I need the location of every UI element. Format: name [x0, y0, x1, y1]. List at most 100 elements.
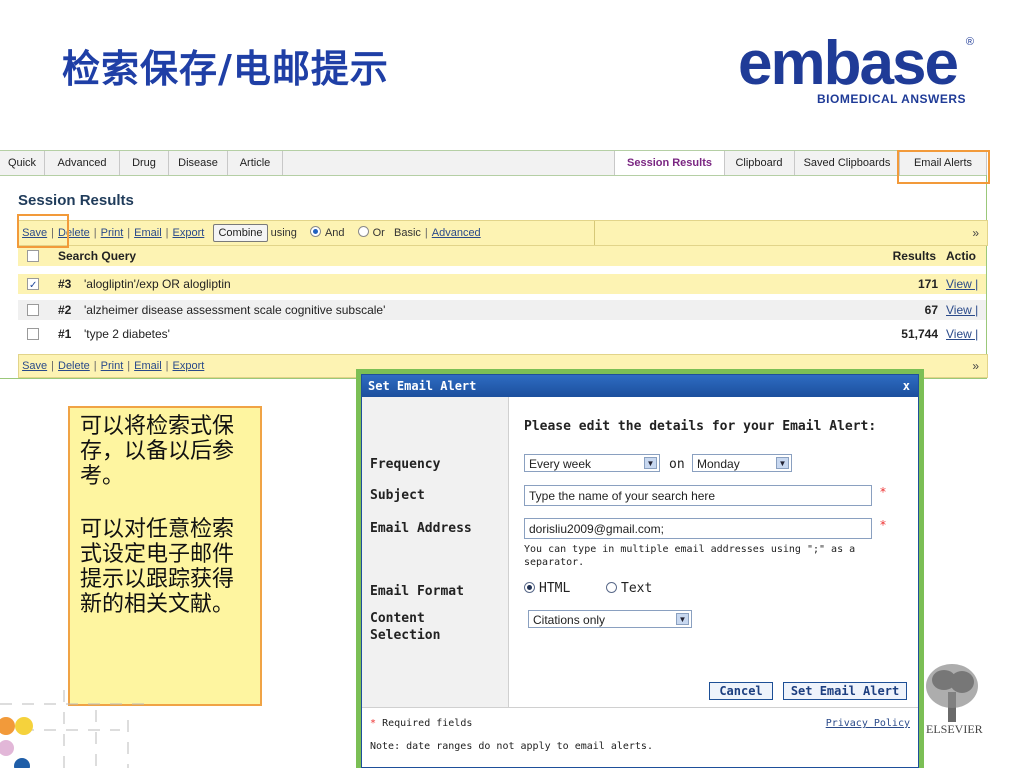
section-title: Session Results	[18, 192, 134, 209]
annotation-note: 可以将检索式保存，以备以后参考。 可以对任意检索式设定电子邮件提示以跟踪获得新的…	[68, 406, 262, 706]
privacy-policy-link[interactable]: Privacy Policy	[826, 718, 910, 729]
and-radio[interactable]	[309, 226, 321, 237]
dialog-label-column	[362, 397, 509, 707]
row-query: 'alzheimer disease assessment scale cogn…	[84, 303, 386, 317]
day-value: Monday	[697, 457, 740, 471]
row-number: #2	[58, 303, 72, 317]
tab-quick[interactable]: Quick	[0, 151, 45, 175]
tab-session-results[interactable]: Session Results	[614, 151, 725, 175]
row-query: 'type 2 diabetes'	[84, 327, 170, 341]
chevron-down-icon: ▼	[644, 457, 657, 469]
toolbar-divider	[594, 221, 595, 245]
combine-button[interactable]: Combine	[213, 224, 268, 242]
advanced-link[interactable]: Advanced	[432, 227, 481, 239]
table-row: #2 'alzheimer disease assessment scale c…	[18, 300, 986, 320]
table-row: #1 'type 2 diabetes' 51,744 View |	[18, 324, 986, 344]
content-select[interactable]: Citations only ▼	[528, 610, 692, 628]
chevron-down-icon: ▼	[676, 613, 689, 625]
view-link[interactable]: View |	[946, 274, 986, 294]
double-chevron-down-icon[interactable]: »	[972, 355, 979, 377]
tab-advanced[interactable]: Advanced	[45, 151, 120, 175]
content-label-line1: Content	[370, 611, 425, 626]
or-label: Or	[372, 227, 385, 239]
frequency-value: Every week	[529, 457, 592, 471]
required-asterisk: *	[370, 718, 377, 729]
email-alert-dialog: Set Email Alert x Please edit the detail…	[356, 369, 924, 768]
row-results: 67	[924, 303, 938, 317]
or-radio[interactable]	[357, 226, 369, 237]
required-marker: *	[880, 485, 886, 499]
tab-clipboard[interactable]: Clipboard	[724, 151, 795, 175]
row-checkbox[interactable]	[27, 304, 39, 316]
tab-disease[interactable]: Disease	[169, 151, 228, 175]
frequency-label: Frequency	[370, 457, 441, 472]
set-email-alert-button[interactable]: Set Email Alert	[783, 682, 907, 700]
row-query: 'alogliptin'/exp OR alogliptin	[84, 277, 231, 291]
cancel-button[interactable]: Cancel	[709, 682, 773, 700]
using-label: using	[270, 227, 297, 239]
format-html-label: HTML	[539, 581, 571, 596]
tab-article[interactable]: Article	[228, 151, 283, 175]
tab-saved-clipboards[interactable]: Saved Clipboards	[795, 151, 900, 175]
row-results: 171	[917, 277, 938, 291]
row-number: #1	[58, 327, 72, 341]
note-paragraph-2: 可以对任意检索式设定电子邮件提示以跟踪获得新的相关文献。	[80, 517, 235, 617]
slide-title: 检索保存/电邮提示	[62, 47, 389, 91]
elsevier-label: ELSEVIER	[926, 722, 983, 736]
email-link-bottom[interactable]: Email	[134, 360, 162, 372]
table-header: Search Query Results Actio	[18, 246, 986, 266]
select-all-checkbox[interactable]	[27, 250, 39, 262]
embase-logo: embase ® BIOMEDICAL ANSWERS	[738, 32, 974, 112]
format-text-radio[interactable]	[606, 582, 617, 593]
save-link-bottom[interactable]: Save	[22, 360, 47, 372]
column-action: Actio	[946, 249, 976, 263]
subject-input[interactable]: Type the name of your search here	[524, 485, 872, 506]
delete-link-bottom[interactable]: Delete	[58, 360, 90, 372]
view-link[interactable]: View |	[946, 324, 986, 344]
frequency-select[interactable]: Every week ▼	[524, 454, 660, 472]
column-results: Results	[892, 249, 936, 263]
required-note: * Required fields	[370, 718, 472, 729]
logo-registered: ®	[965, 36, 974, 48]
day-select[interactable]: Monday ▼	[692, 454, 792, 472]
required-marker: *	[880, 518, 886, 532]
dialog-heading: Please edit the details for your Email A…	[524, 419, 877, 434]
logo-word: embase	[738, 29, 959, 98]
basic-label[interactable]: Basic	[394, 227, 421, 239]
print-link-bottom[interactable]: Print	[101, 360, 124, 372]
email-link[interactable]: Email	[134, 227, 162, 239]
top-nav: Quick Advanced Drug Disease Article Sess…	[0, 150, 987, 176]
table-row: #3 'alogliptin'/exp OR alogliptin 171 Vi…	[18, 274, 986, 296]
row-number: #3	[58, 277, 72, 291]
format-html-option[interactable]: HTML	[524, 581, 570, 596]
dialog-footer: * Required fields Privacy Policy Note: d…	[362, 707, 918, 768]
close-icon[interactable]: x	[903, 375, 910, 397]
print-link[interactable]: Print	[101, 227, 124, 239]
format-html-radio[interactable]	[524, 582, 535, 593]
format-label: Email Format	[370, 584, 464, 599]
row-checkbox[interactable]	[27, 276, 39, 296]
and-label: And	[324, 227, 345, 239]
note-paragraph-1: 可以将检索式保存，以备以后参考。	[80, 414, 235, 489]
export-link[interactable]: Export	[173, 227, 205, 239]
email-alerts-highlight	[897, 150, 990, 184]
embase-app: Quick Advanced Drug Disease Article Sess…	[0, 150, 988, 379]
double-chevron-down-icon[interactable]: »	[972, 221, 979, 245]
tab-drug[interactable]: Drug	[120, 151, 169, 175]
dialog-title: Set Email Alert	[368, 379, 477, 393]
content-value: Citations only	[533, 613, 606, 627]
content-label-line2: Selection	[370, 628, 441, 643]
format-text-option[interactable]: Text	[606, 581, 652, 596]
format-text-label: Text	[621, 581, 653, 596]
dialog-body: Set Email Alert x Please edit the detail…	[361, 374, 919, 768]
dialog-title-bar: Set Email Alert x	[362, 375, 918, 397]
email-hint: You can type in multiple email addresses…	[524, 544, 856, 568]
email-input[interactable]: dorisliu2009@gmail.com;	[524, 518, 872, 539]
view-link[interactable]: View |	[946, 300, 986, 320]
logo-tagline: BIOMEDICAL ANSWERS	[816, 92, 966, 106]
row-results: 51,744	[901, 327, 938, 341]
subject-label: Subject	[370, 488, 425, 503]
email-label: Email Address	[370, 521, 472, 536]
row-checkbox[interactable]	[27, 328, 39, 340]
export-link-bottom[interactable]: Export	[173, 360, 205, 372]
